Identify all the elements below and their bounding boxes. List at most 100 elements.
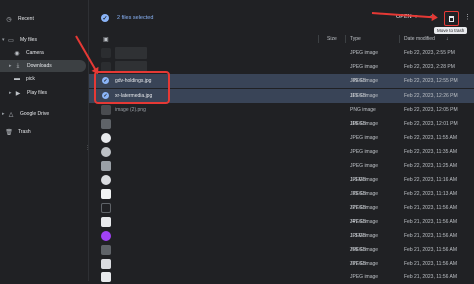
sidebar-item-label: Play files xyxy=(27,90,48,96)
file-type: JPEG image xyxy=(350,233,379,239)
table-row[interactable]: image (2).png PNG image Feb 22, 2023, 12… xyxy=(89,103,474,117)
file-type: JPEG image xyxy=(350,93,379,99)
table-row[interactable]: JPEG image Feb 22, 2023, 11:35 AM xyxy=(89,145,474,159)
sort-arrow-icon[interactable]: ↓ xyxy=(446,36,449,42)
sidebar-item-recent[interactable]: ◷ Recent xyxy=(6,13,34,25)
drive-icon: △ xyxy=(8,111,14,118)
table-row[interactable]: JPEG image Feb 21, 2023, 11:56 AM xyxy=(89,270,474,284)
table-row[interactable]: 33 KB JPEG image Feb 22, 2023, 11:13 AM xyxy=(89,187,474,201)
file-type: JPEG image xyxy=(350,149,379,155)
table-row[interactable]: 747 KB JPEG image Feb 21, 2023, 11:56 AM xyxy=(89,215,474,229)
sidebar-item-google-drive[interactable]: ▸ △ Google Drive xyxy=(2,108,49,120)
column-divider[interactable] xyxy=(399,35,400,43)
thumbnail xyxy=(101,245,111,255)
column-header-type[interactable]: Type xyxy=(350,36,361,42)
file-date: Feb 22, 2023, 11:35 AM xyxy=(404,149,458,155)
trash-icon: 🗑 xyxy=(5,129,13,136)
camera-icon: ◉ xyxy=(14,50,20,57)
file-date: Feb 21, 2023, 11:56 AM xyxy=(404,247,458,253)
thumbnail xyxy=(101,231,111,241)
sidebar-item-label: My files xyxy=(20,37,37,43)
tooltip: Move to trash xyxy=(434,27,468,34)
sidebar-item-label: pick xyxy=(26,76,35,82)
sidebar-item-play-files[interactable]: ▸ ▶ Play files xyxy=(9,87,47,99)
table-row[interactable]: JPEG image Feb 22, 2023, 11:55 AM xyxy=(89,131,474,145)
thumbnail xyxy=(101,189,111,199)
file-type: JPEG image xyxy=(350,50,379,56)
table-row[interactable]: 118 KB JPEG image Feb 22, 2023, 12:01 PM xyxy=(89,117,474,131)
file-date: Feb 22, 2023, 11:13 AM xyxy=(404,191,458,197)
table-row[interactable]: 758 KB JPEG image Feb 21, 2023, 11:56 AM xyxy=(89,243,474,257)
file-date: Feb 22, 2023, 12:05 PM xyxy=(404,107,458,113)
file-type: JPEG image xyxy=(350,135,379,141)
sidebar-item-my-files[interactable]: ▾ ▭ My files xyxy=(2,34,37,46)
table-row[interactable]: 1.6 MB JPEG image Feb 22, 2023, 11:16 AM xyxy=(89,173,474,187)
thumbnail xyxy=(101,147,111,157)
resize-handle-icon[interactable]: ⋮ xyxy=(85,145,90,151)
file-date: Feb 21, 2023, 11:56 AM xyxy=(404,233,458,239)
computer-icon: ▭ xyxy=(8,37,14,44)
thumbnail xyxy=(101,105,111,115)
image-type-icon: ▣ xyxy=(103,37,109,43)
table-row[interactable]: JPEG image Feb 22, 2023, 2:55 PM xyxy=(89,46,474,60)
column-divider[interactable] xyxy=(318,35,319,43)
file-date: Feb 21, 2023, 11:56 AM xyxy=(404,274,458,280)
file-type: JPEG image xyxy=(350,219,379,225)
folder-icon: ▬ xyxy=(14,76,20,82)
column-header: ▣ Size Type Date modified ↓ xyxy=(89,34,474,44)
file-type: JPEG image xyxy=(350,177,379,183)
selection-highlight-annotation xyxy=(94,71,170,104)
trash-icon xyxy=(449,15,454,22)
sidebar-item-camera[interactable]: ◉ Camera xyxy=(14,47,44,59)
sidebar-item-label: Downloads xyxy=(27,63,52,69)
file-type: JPEG image xyxy=(350,163,379,169)
sidebar-item-label: Camera xyxy=(26,50,44,56)
file-date: Feb 22, 2023, 12:26 PM xyxy=(404,93,458,99)
download-icon: ⤓ xyxy=(16,62,20,69)
sidebar-item-label: Google Drive xyxy=(20,111,50,117)
file-type: JPEG image xyxy=(350,191,379,197)
clock-icon: ◷ xyxy=(6,16,12,23)
file-type: JPEG image xyxy=(350,121,379,127)
sidebar-item-label: Trash xyxy=(18,129,31,135)
file-date: Feb 21, 2023, 11:56 AM xyxy=(404,219,458,225)
file-date: Feb 22, 2023, 2:28 PM xyxy=(404,64,455,70)
thumbnail xyxy=(101,259,111,269)
column-header-date[interactable]: Date modified xyxy=(404,36,435,42)
table-row[interactable]: 737 KB JPEG image Feb 21, 2023, 11:56 AM xyxy=(89,257,474,271)
file-date: Feb 22, 2023, 12:01 PM xyxy=(404,121,458,127)
column-header-size[interactable]: Size xyxy=(327,36,337,42)
file-date: Feb 21, 2023, 11:56 AM xyxy=(404,261,458,267)
sidebar-item-trash[interactable]: 🗑 Trash xyxy=(5,126,31,138)
sidebar-item-label: Recent xyxy=(18,16,34,22)
file-type: JPEG image xyxy=(350,274,379,280)
file-type: JPEG image xyxy=(350,64,379,70)
table-row[interactable]: JPEG image Feb 22, 2023, 11:25 AM xyxy=(89,159,474,173)
file-date: Feb 22, 2023, 2:55 PM xyxy=(404,50,455,56)
file-date: Feb 22, 2023, 12:55 PM xyxy=(404,78,458,84)
more-options-icon[interactable]: ⋮ xyxy=(464,13,471,21)
file-name: image (2).png xyxy=(115,107,146,113)
select-all-checkbox[interactable]: ✓ xyxy=(101,14,109,22)
thumbnail xyxy=(101,175,111,185)
sidebar-item-pick[interactable]: ▬ pick xyxy=(14,73,35,85)
thumbnail xyxy=(101,217,111,227)
table-row[interactable]: 1.3 MB JPEG image Feb 21, 2023, 11:56 AM xyxy=(89,229,474,243)
move-to-trash-button[interactable] xyxy=(444,11,459,26)
file-type: JPEG image xyxy=(350,247,379,253)
column-divider[interactable] xyxy=(345,35,346,43)
thumbnail xyxy=(101,119,111,129)
thumbnail xyxy=(101,161,111,171)
file-type: JPEG image xyxy=(350,78,379,84)
file-type: PNG image xyxy=(350,107,376,113)
sidebar-item-downloads[interactable]: ▸ ⤓ Downloads xyxy=(0,60,86,72)
file-date: Feb 22, 2023, 11:16 AM xyxy=(404,177,458,183)
selection-count: 2 files selected xyxy=(117,15,154,21)
thumbnail xyxy=(101,133,111,143)
table-row[interactable]: 727 KB JPEG image Feb 21, 2023, 11:56 AM xyxy=(89,201,474,215)
file-date: Feb 22, 2023, 11:55 AM xyxy=(404,135,458,141)
file-date: Feb 22, 2023, 11:25 AM xyxy=(404,163,458,169)
file-type: JPEG image xyxy=(350,261,379,267)
file-type: JPEG image xyxy=(350,205,379,211)
thumbnail xyxy=(101,203,111,213)
